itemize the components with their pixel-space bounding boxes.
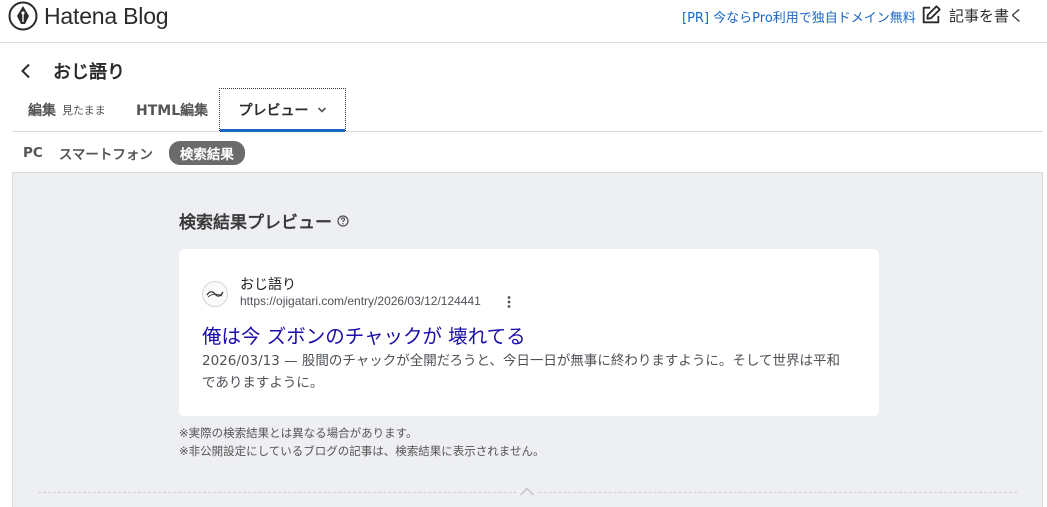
note-line: ※非公開設定にしているブログの記事は、検索結果に表示されません。: [179, 444, 545, 458]
search-result-card: おじ語り https://ojigatari.com/entry/2026/03…: [179, 249, 879, 416]
back-button[interactable]: [20, 61, 36, 81]
preview-device-tabs: PC スマートフォン 検索結果: [23, 141, 261, 165]
help-circle-icon[interactable]: [337, 214, 349, 227]
tab-wysiwyg-edit[interactable]: 編集 見たまま: [28, 88, 106, 131]
top-bar: Hatena Blog [PR] 今ならPro利用で独自ドメイン無料 記事を書く: [0, 0, 1047, 43]
result-site-name: おじ語り: [240, 277, 296, 293]
result-snippet-text: 股間のチャックが全開だろうと、今日一日が無事に終わりますように。そして世界は平和…: [202, 353, 841, 391]
note-line: ※実際の検索結果とは異なる場合があります。: [179, 426, 418, 440]
result-snippet: 2026/03/13 — 股間のチャックが全開だろうと、今日一日が無事に終わりま…: [202, 353, 841, 391]
write-article-label: 記事を書く: [949, 6, 1025, 25]
collapse-handle[interactable]: [516, 484, 538, 498]
preview-area: 検索結果プレビュー おじ語り https://ojigatari.com/ent…: [12, 172, 1043, 507]
logo-text: Hatena Blog: [44, 2, 169, 29]
hatena-pen-icon: [8, 1, 38, 31]
edit-square-icon: [922, 5, 941, 24]
tab-wysiwyg-label: 編集: [28, 102, 56, 119]
pr-domain-link[interactable]: [PR] 今ならPro利用で独自ドメイン無料: [682, 7, 916, 26]
tab-pc[interactable]: PC: [23, 145, 43, 161]
write-article-button[interactable]: 記事を書く: [920, 3, 1024, 27]
chevron-up-icon: [519, 486, 535, 496]
tab-preview-label: プレビュー: [238, 103, 309, 119]
result-title-link[interactable]: 俺は今 ズボンのチャックが 壊れてる: [202, 320, 526, 349]
hatena-blog-logo[interactable]: Hatena Blog: [8, 1, 169, 31]
blog-header: おじ語り: [20, 58, 125, 84]
preview-notes: ※実際の検索結果とは異なる場合があります。 ※非公開設定にしているブログの記事は…: [179, 424, 544, 460]
favicon-icon: [206, 291, 224, 298]
preview-heading-text: 検索結果プレビュー: [179, 213, 332, 233]
tab-html-label: HTML編集: [136, 102, 209, 119]
blog-title: おじ語り: [53, 62, 125, 83]
site-favicon: [202, 281, 228, 307]
tab-html-edit[interactable]: HTML編集: [136, 88, 208, 131]
editor-mode-tabs: 編集 見たまま HTML編集 プレビュー: [12, 88, 1043, 132]
tab-search-result[interactable]: 検索結果: [168, 141, 245, 165]
kebab-menu-icon[interactable]: [505, 295, 513, 309]
chevron-down-icon: [317, 107, 326, 113]
tab-wysiwyg-sublabel: 見たまま: [62, 103, 106, 117]
chevron-left-icon: [21, 63, 30, 79]
tab-smartphone[interactable]: スマートフォン: [59, 143, 153, 163]
result-date: 2026/03/13: [202, 353, 280, 369]
result-url: https://ojigatari.com/entry/2026/03/12/1…: [240, 294, 481, 308]
preview-heading: 検索結果プレビュー: [179, 208, 349, 233]
tab-preview[interactable]: プレビュー: [219, 88, 346, 132]
